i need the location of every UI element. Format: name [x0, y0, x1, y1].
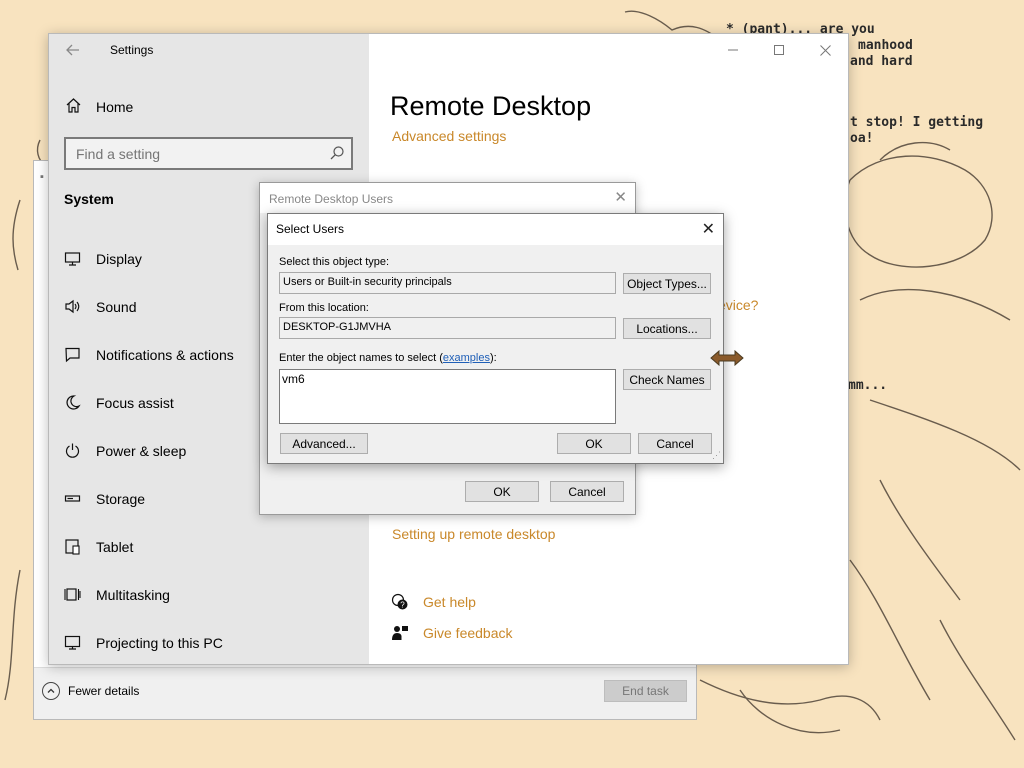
object-names-label-prefix: Enter the object names to select ( — [279, 352, 443, 364]
sidebar-item-power-sleep[interactable]: Power & sleep — [64, 442, 186, 459]
dialog-title-bar: Select Users ✕ — [268, 214, 723, 245]
cancel-button[interactable]: Cancel — [550, 481, 624, 502]
page-title: Remote Desktop — [390, 91, 592, 121]
svg-text:?: ? — [400, 601, 405, 610]
sidebar-item-multitasking[interactable]: Multitasking — [64, 586, 170, 603]
power-icon — [64, 442, 81, 459]
dialog-title: Select Users — [276, 222, 345, 236]
storage-icon — [64, 490, 81, 507]
examples-link[interactable]: examples — [443, 352, 490, 364]
dialog-title-bar: Remote Desktop Users ✕ — [260, 183, 635, 213]
dialog-title: Remote Desktop Users — [269, 192, 394, 206]
moon-icon — [64, 394, 81, 411]
search-input[interactable] — [66, 139, 316, 168]
multitasking-icon — [64, 586, 81, 603]
back-arrow-icon[interactable] — [65, 42, 81, 63]
object-type-label: Select this object type: — [279, 256, 390, 268]
sidebar-item-label: Power & sleep — [96, 442, 187, 459]
maximize-icon[interactable] — [756, 34, 802, 66]
sidebar-item-label: Focus assist — [96, 394, 174, 411]
window-title: Settings — [110, 43, 154, 57]
close-icon[interactable] — [802, 34, 848, 66]
obscured-link-fragment[interactable]: evice? — [718, 297, 758, 313]
minimize-icon[interactable] — [710, 34, 756, 66]
home-label: Home — [96, 99, 134, 115]
object-names-label: Enter the object names to select (exampl… — [279, 352, 497, 364]
section-heading: System — [64, 191, 114, 207]
location-field: DESKTOP-G1JMVHA — [279, 317, 616, 339]
cancel-button[interactable]: Cancel — [638, 433, 712, 454]
sidebar-item-projecting[interactable]: Projecting to this PC — [64, 634, 223, 651]
object-type-field: Users or Built-in security principals — [279, 272, 616, 294]
search-box[interactable] — [64, 137, 353, 170]
sidebar-item-label: Sound — [96, 298, 137, 315]
advanced-settings-link[interactable]: Advanced settings — [392, 128, 506, 144]
tablet-icon — [64, 538, 81, 555]
location-label: From this location: — [279, 302, 369, 314]
resize-cursor-icon — [710, 350, 744, 366]
sidebar-item-home[interactable]: Home — [65, 97, 133, 117]
object-names-label-suffix: ): — [489, 352, 497, 364]
close-icon[interactable]: ✕ — [702, 219, 715, 239]
task-manager-edge-fragment: ▪ — [40, 171, 44, 183]
ok-button[interactable]: OK — [557, 433, 631, 454]
ok-button[interactable]: OK — [465, 481, 539, 502]
search-icon — [329, 145, 345, 161]
feedback-icon — [391, 624, 409, 642]
object-names-input[interactable]: vm6 — [279, 369, 616, 424]
get-help-label: Get help — [423, 594, 476, 610]
resize-grip-icon[interactable]: ⋰ — [712, 450, 721, 461]
display-icon — [64, 250, 81, 267]
sidebar-item-tablet[interactable]: Tablet — [64, 538, 133, 555]
get-help-link[interactable]: ? Get help — [391, 593, 476, 611]
sound-icon — [64, 298, 81, 315]
sidebar-item-label: Display — [96, 250, 142, 267]
wallpaper-text-6: mm... — [848, 378, 888, 393]
close-icon[interactable]: ✕ — [614, 188, 627, 206]
sidebar-item-label: Notifications & actions — [96, 346, 234, 363]
sidebar-item-label: Tablet — [96, 538, 134, 555]
end-task-button[interactable]: End task — [604, 680, 687, 702]
sidebar-item-focus-assist[interactable]: Focus assist — [64, 394, 174, 411]
select-users-dialog: Select Users ✕ Select this object type: … — [267, 213, 724, 464]
wallpaper-text-4: t stop! I getting — [850, 115, 984, 130]
setting-up-remote-desktop-link[interactable]: Setting up remote desktop — [392, 526, 555, 542]
sidebar-item-label: Storage — [96, 490, 146, 507]
wallpaper-text-5: oa! — [850, 131, 874, 146]
sidebar-item-label: Projecting to this PC — [96, 634, 223, 651]
fewer-details-label: Fewer details — [68, 684, 140, 698]
sidebar-item-sound[interactable]: Sound — [64, 298, 136, 315]
wallpaper-text-2: manhood — [858, 38, 913, 53]
check-names-button[interactable]: Check Names — [623, 369, 711, 390]
locations-button[interactable]: Locations... — [623, 318, 711, 339]
task-manager-footer: Fewer details End task — [34, 667, 696, 719]
window-controls — [710, 34, 848, 66]
give-feedback-link[interactable]: Give feedback — [391, 624, 513, 642]
fewer-details-button[interactable]: Fewer details — [42, 682, 139, 700]
object-types-button[interactable]: Object Types... — [623, 273, 711, 294]
give-feedback-label: Give feedback — [423, 625, 513, 641]
sidebar-item-display[interactable]: Display — [64, 250, 142, 267]
chevron-up-icon — [42, 682, 60, 700]
sidebar-item-label: Multitasking — [96, 586, 170, 603]
notifications-icon — [64, 346, 81, 363]
sidebar-item-storage[interactable]: Storage — [64, 490, 145, 507]
help-icon: ? — [391, 593, 409, 611]
advanced-button[interactable]: Advanced... — [280, 433, 368, 454]
wallpaper-text-3: and hard — [850, 54, 913, 69]
sidebar-item-notifications[interactable]: Notifications & actions — [64, 346, 234, 363]
home-icon — [65, 97, 82, 117]
projecting-icon — [64, 634, 81, 651]
